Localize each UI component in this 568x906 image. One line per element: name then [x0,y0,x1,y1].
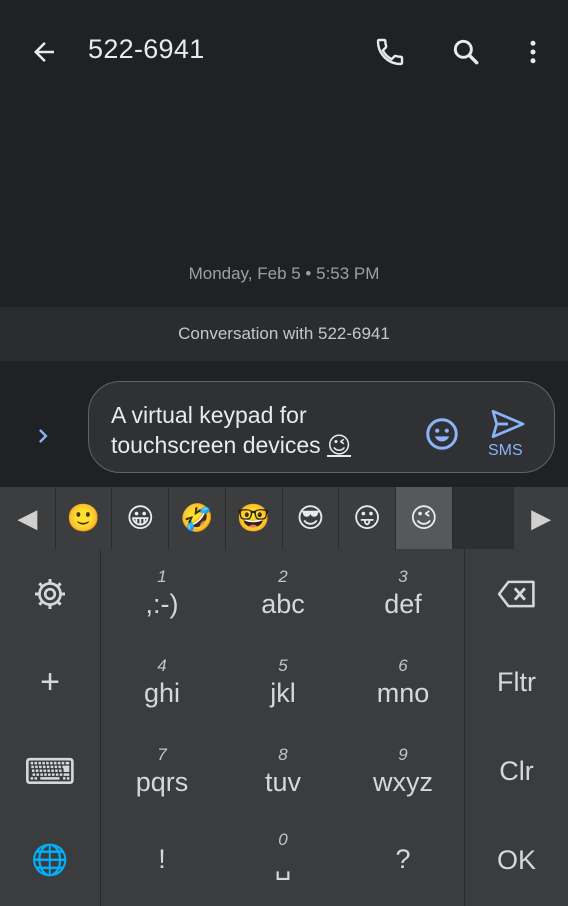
send-label: SMS [488,442,523,459]
emoji-picker-icon[interactable] [422,414,462,454]
key-7[interactable]: 7 pqrs [102,727,222,816]
wink-emoji: 😉 [327,432,352,458]
key-question[interactable]: ? [343,816,463,905]
emoji-suggestion[interactable]: 🤣 [168,487,225,549]
key-3[interactable]: 3 def [343,549,463,638]
key-letters: pqrs [135,767,189,797]
key-6[interactable]: 6 mno [343,638,463,727]
strip-right-arrow-icon[interactable]: ▶ [513,487,568,549]
key-digit: 3 [398,567,408,586]
phone-icon[interactable] [368,30,412,74]
key-letters: ghi [143,678,181,708]
keypad-left-column: + ⌨ 🌐 [0,549,101,906]
key-digit: 4 [157,656,167,675]
contact-title: 522-6941 [88,34,205,64]
key-letters: jkl [270,678,296,708]
key-2[interactable]: 2 abc [223,549,343,638]
key-0-space[interactable]: 0 ␣ [223,816,343,905]
chevron-right-icon[interactable] [26,419,60,453]
message-text: A virtual keypad for touchscreen devices… [111,400,351,460]
keypad-right-column: Fltr Clr OK [464,549,568,906]
key-digit: 1 [157,567,167,586]
compose-area: A virtual keypad for touchscreen devices… [0,361,568,487]
key-4[interactable]: 4 ghi [102,638,222,727]
key-digit: 9 [398,745,408,764]
message-input[interactable]: A virtual keypad for touchscreen devices… [88,381,555,473]
message-line-2: touchscreen devices 😉 [111,430,351,460]
plus-key[interactable]: + [0,638,100,727]
backspace-icon [497,580,535,607]
backspace-key[interactable] [465,549,568,638]
key-digit: 0 [278,830,288,849]
clear-key[interactable]: Clr [465,727,568,816]
key-letters: wxyz [373,767,433,797]
message-line-1: A virtual keypad for [111,402,307,428]
settings-key[interactable] [0,549,100,638]
space-icon: ␣ [274,850,292,880]
top-app-bar: 522-6941 [0,0,568,104]
emoji-suggestion-empty [451,487,514,549]
keypad-number-grid: 1 ,:-) 2 abc 3 def 4 ghi 5 jkl 6 mno 7 p… [102,549,464,906]
key-letters: def [384,589,422,619]
key-digit: 5 [278,656,288,675]
message-line-2-text: touchscreen devices [111,432,328,458]
strip-left-arrow-icon[interactable]: ◀ [0,487,55,549]
virtual-keypad: + ⌨ 🌐 1 ,:-) 2 abc 3 def 4 ghi 5 jkl 6 m… [0,549,568,906]
key-digit: 2 [278,567,288,586]
key-letters: ? [395,844,411,874]
keyboard-icon[interactable]: ⌨ [0,727,100,816]
emoji-suggestion[interactable]: 😎 [281,487,339,549]
emoji-suggestion[interactable]: 😀 [111,487,168,549]
key-5[interactable]: 5 jkl [223,638,343,727]
key-9[interactable]: 9 wxyz [343,727,463,816]
emoji-suggestion-selected[interactable]: 😉 [394,487,452,549]
more-vert-icon[interactable] [511,30,555,74]
settings-gear-icon [35,578,65,609]
key-1[interactable]: 1 ,:-) [102,549,222,638]
key-digit: 7 [157,745,167,764]
emoji-suggestion[interactable]: 🤓 [224,487,282,549]
send-button[interactable]: SMS [482,408,534,462]
key-letters: ! [158,844,166,874]
conversation-banner: Conversation with 522-6941 [0,307,568,361]
ok-key[interactable]: OK [465,816,568,905]
key-letters: mno [376,678,430,708]
filter-key[interactable]: Fltr [465,638,568,727]
emoji-suggestion-strip: ◀ 🙂 😀 🤣 🤓 😎 😛 😉 ▶ [0,487,568,549]
back-arrow-icon[interactable] [22,32,66,72]
key-digit: 8 [278,745,288,764]
key-letters: abc [261,589,305,619]
message-timestamp: Monday, Feb 5 • 5:53 PM [188,264,380,283]
globe-icon[interactable]: 🌐 [0,816,100,905]
key-digit: 6 [398,656,408,675]
key-8[interactable]: 8 tuv [223,727,343,816]
key-letters: tuv [264,767,302,797]
emoji-suggestion[interactable]: 🙂 [54,487,112,549]
key-letters: ,:-) [145,589,179,619]
search-icon[interactable] [444,30,488,74]
emoji-suggestion[interactable]: 😛 [338,487,395,549]
key-exclaim[interactable]: ! [102,816,222,905]
